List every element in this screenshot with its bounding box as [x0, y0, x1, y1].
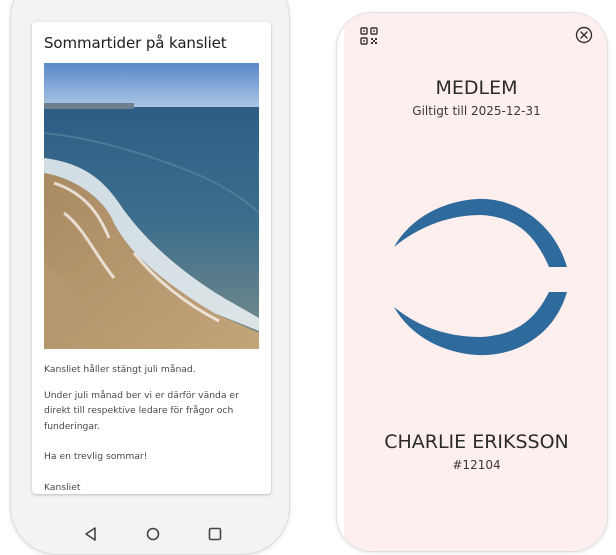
news-title: Sommartider på kansliet [44, 34, 227, 52]
member-number: #12104 [452, 458, 501, 472]
membership-type: MEDLEM [435, 77, 518, 99]
membership-validity: Giltigt till 2025-12-31 [412, 104, 541, 118]
member-name: CHARLIE ERIKSSON [384, 431, 569, 453]
phone-membership-screen: MEDLEM Giltigt till 2025-12-31 CHARLIE E… [336, 12, 608, 552]
news-signature: Kansliet [44, 481, 81, 493]
close-circle-icon[interactable] [574, 25, 594, 45]
home-circle-icon[interactable] [143, 524, 163, 544]
news-paragraph: Ha en trevlig sommar! [44, 451, 148, 462]
news-paragraph: Kansliet håller stängt juli månad. [44, 364, 196, 375]
news-card[interactable]: Sommartider på kansliet Kansliet håller … [32, 22, 271, 494]
beach-photo [44, 63, 259, 349]
recents-square-icon[interactable] [205, 524, 225, 544]
organization-logo [389, 197, 569, 357]
back-triangle-icon[interactable] [81, 524, 101, 544]
qr-code-icon[interactable] [360, 27, 378, 45]
navigation-bar [11, 524, 289, 554]
phone-news-screen: Sommartider på kansliet Kansliet håller … [10, 0, 290, 555]
membership-card: MEDLEM Giltigt till 2025-12-31 CHARLIE E… [344, 13, 607, 551]
news-paragraph: Under juli månad ber vi er därför vända … [44, 389, 239, 432]
news-body: Kansliet håller stängt juli månad. Under… [44, 362, 262, 505]
